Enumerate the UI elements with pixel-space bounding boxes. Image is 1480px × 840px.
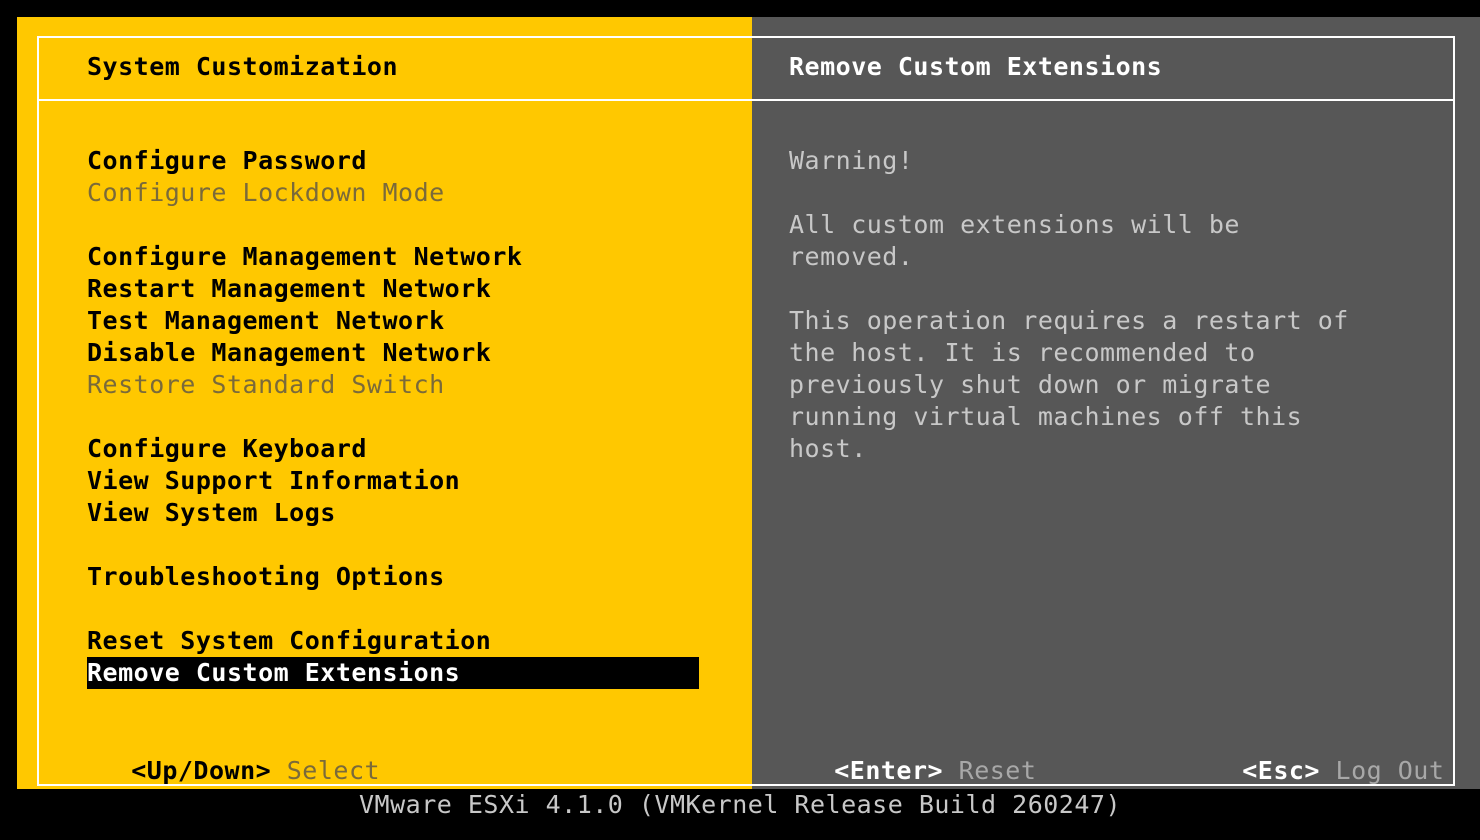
description-line: All custom extensions will be	[789, 210, 1240, 239]
header-divider	[37, 99, 1455, 101]
description-line: running virtual machines off this	[789, 402, 1303, 431]
description-line: removed.	[789, 242, 914, 271]
description-line: host.	[789, 434, 867, 463]
menu-item-restart-management-network[interactable]: Restart Management Network	[87, 273, 491, 305]
menu-item-configure-keyboard[interactable]: Configure Keyboard	[87, 433, 367, 465]
description-line: This operation requires a restart of	[789, 306, 1349, 335]
enter-key-hint: <Enter>	[834, 756, 944, 785]
menu-item-test-management-network[interactable]: Test Management Network	[87, 305, 445, 337]
menu-item-view-system-logs[interactable]: View System Logs	[87, 497, 336, 529]
log-out-action-hint: Log Out	[1335, 756, 1445, 785]
menu-item-disable-management-network[interactable]: Disable Management Network	[87, 337, 491, 369]
menu-item-reset-system-configuration[interactable]: Reset System Configuration	[87, 625, 491, 657]
esc-key-hint: <Esc>	[1242, 756, 1320, 785]
menu-item-view-support-information[interactable]: View Support Information	[87, 465, 460, 497]
menu-item-configure-lockdown-mode[interactable]: Configure Lockdown Mode	[87, 177, 445, 209]
description-line: previously shut down or migrate	[789, 370, 1272, 399]
left-pane-title: System Customization	[87, 52, 399, 81]
up-down-key-hint: <Up/Down>	[131, 756, 272, 785]
reset-action-hint: Reset	[958, 756, 1037, 785]
menu-item-restore-standard-switch[interactable]: Restore Standard Switch	[87, 369, 445, 401]
menu-item-configure-management-network[interactable]: Configure Management Network	[87, 241, 522, 273]
description-line: the host. It is recommended to	[789, 338, 1256, 367]
menu-item-configure-password[interactable]: Configure Password	[87, 145, 367, 177]
version-string: VMware ESXi 4.1.0 (VMKernel Release Buil…	[358, 790, 1121, 819]
status-bar: VMware ESXi 4.1.0 (VMKernel Release Buil…	[0, 789, 1480, 840]
menu-item-troubleshooting-options[interactable]: Troubleshooting Options	[87, 561, 445, 593]
right-pane-title: Remove Custom Extensions	[789, 52, 1163, 81]
warning-heading: Warning!	[789, 146, 914, 175]
dcui-console: System Customization Remove Custom Exten…	[17, 17, 1480, 789]
select-action-hint: Select	[286, 756, 381, 785]
menu-item-remove-custom-extensions[interactable]: Remove Custom Extensions	[87, 657, 699, 689]
